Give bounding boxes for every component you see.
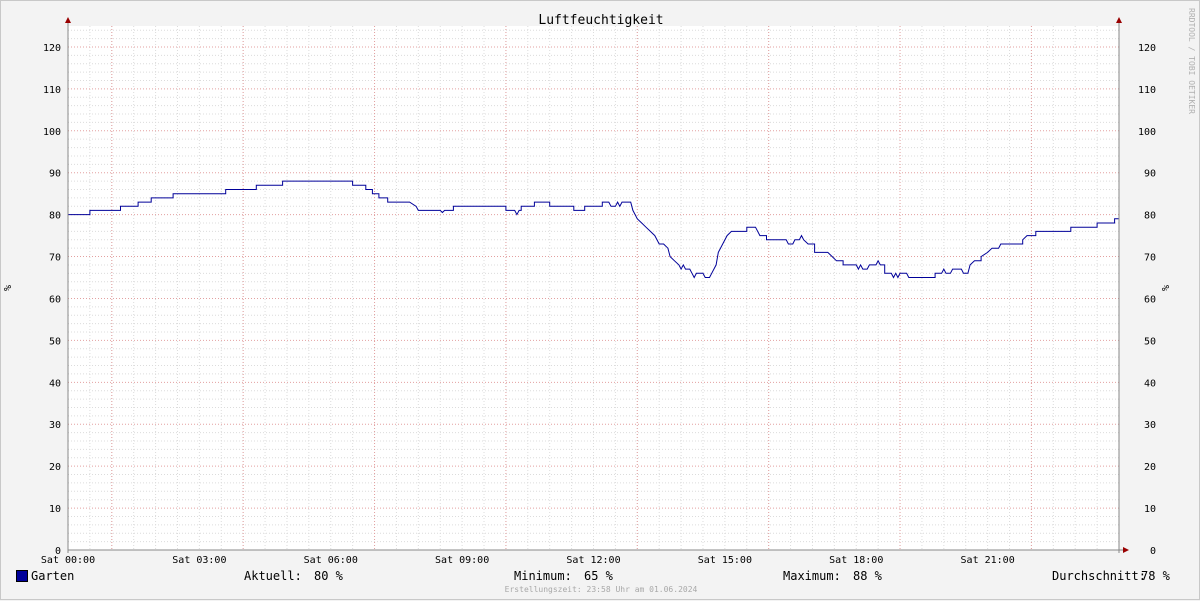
stat-aktuell-label: Aktuell:: [244, 569, 302, 583]
y-tick-labels-right: 0 10 20 30 40 50 60 70 80 90 100 110 120: [1138, 43, 1156, 557]
y-tick-label-right: 110: [1138, 85, 1156, 96]
x-tick-label: Sat 06:00: [304, 555, 358, 566]
y-tick-label-right: 20: [1144, 462, 1156, 473]
y-tick-label-right: 80: [1144, 211, 1156, 222]
stat-aktuell-value: 80 %: [314, 569, 343, 583]
y-tick-label-left: 30: [49, 420, 61, 431]
x-tick-label: Sat 09:00: [435, 555, 489, 566]
legend-row: Garten Aktuell: 80 % Minimum: 65 % Maxim…: [16, 569, 1186, 583]
y-tick-label-right: 90: [1144, 169, 1156, 180]
y-axis-arrow-left: [65, 17, 71, 23]
y-tick-label-left: 110: [43, 85, 61, 96]
y-tick-labels-left: 0102030405060708090100110120: [43, 43, 61, 557]
creation-time-footer: Erstellungszeit: 23:58 Uhr am 01.06.2024: [504, 585, 698, 594]
y-tick-label-left: 120: [43, 43, 61, 54]
x-tick-label: Sat 15:00: [698, 555, 752, 566]
y-tick-label-right: 60: [1144, 294, 1156, 305]
x-tick-label: Sat 00:00: [41, 555, 95, 566]
y-tick-label-right: 70: [1144, 253, 1156, 264]
y-axis-label-right: %: [1161, 285, 1172, 291]
x-tick-label: Sat 18:00: [829, 555, 883, 566]
y-tick-label-left: 90: [49, 169, 61, 180]
rrdtool-watermark: RRDTOOL / TOBI OETIKER: [1187, 8, 1196, 114]
y-tick-label-left: 20: [49, 462, 61, 473]
chart-title: Luftfeuchtigkeit: [538, 13, 663, 28]
y-tick-label-left: 80: [49, 211, 61, 222]
legend-swatch: [16, 570, 28, 582]
y-tick-label-right: 10: [1144, 504, 1156, 515]
stat-durchschnitt-label: Durchschnitt:: [1052, 569, 1146, 583]
y-tick-label-left: 50: [49, 336, 61, 347]
chart-canvas: 0 10 20 30 40 50 60 70 80 90 100 110 120 0 10 20 30 40 50…: [3, 8, 1196, 566]
y-tick-label-right: 100: [1138, 127, 1156, 138]
y-tick-label-left: 10: [49, 504, 61, 515]
stat-maximum-label: Maximum:: [783, 569, 841, 583]
y-tick-label-right: 120: [1138, 43, 1156, 54]
y-axis-arrow-right: [1116, 17, 1122, 23]
y-tick-label-left: 70: [49, 253, 61, 264]
stat-minimum-label: Minimum:: [514, 569, 572, 583]
legend-series-name: Garten: [31, 569, 75, 583]
y-tick-label-right: 50: [1144, 336, 1156, 347]
y-tick-label-left: 100: [43, 127, 61, 138]
x-tick-label: Sat 21:00: [961, 555, 1015, 566]
stat-maximum-value: 88 %: [853, 569, 882, 583]
x-axis-arrow: [1123, 547, 1129, 553]
y-tick-label-left: 60: [49, 294, 61, 305]
x-tick-label: Sat 03:00: [172, 555, 226, 566]
chart-frame: 0 10 20 30 40 50 60 70 80 90 100 110 120 0 10 20 30 40 50…: [0, 0, 1200, 600]
y-axis-label-left: %: [3, 285, 14, 291]
y-tick-label-right: 40: [1144, 378, 1156, 389]
stat-minimum-value: 65 %: [584, 569, 613, 583]
y-tick-label-right: 0: [1150, 546, 1156, 557]
x-tick-label: Sat 12:00: [566, 555, 620, 566]
y-tick-label-left: 40: [49, 378, 61, 389]
x-tick-labels: Sat 00:00 Sat 03:00 Sat 06:00 Sat 09:00 Sat …: [41, 555, 1015, 566]
stat-durchschnitt-value: 78 %: [1141, 569, 1170, 583]
y-tick-label-right: 30: [1144, 420, 1156, 431]
